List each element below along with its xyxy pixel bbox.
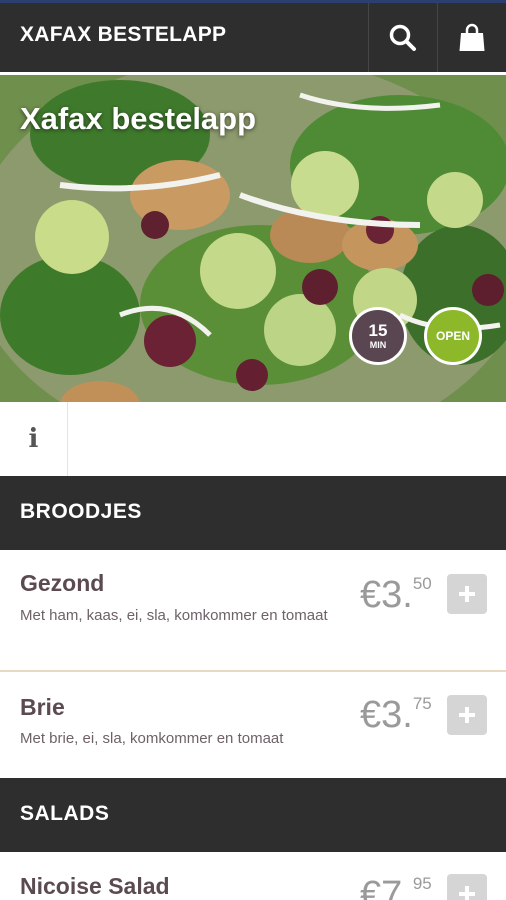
item-price-cents: 50 <box>412 574 432 593</box>
item-price: €7.95 <box>360 874 432 900</box>
add-to-cart-button[interactable] <box>447 695 487 735</box>
open-status-badge: OPEN <box>424 307 482 365</box>
item-description: Met ham, kaas, ei, sla, komkommer en tom… <box>20 607 328 624</box>
item-name: Brie <box>20 694 65 720</box>
item-price-cents: 75 <box>412 694 432 713</box>
item-price-cents: 95 <box>412 874 432 893</box>
item-name: Nicoise Salad <box>20 873 170 899</box>
plus-icon <box>459 586 475 602</box>
item-description: Met brie, ei, sla, komkommer en tomaat <box>20 730 284 747</box>
cart-button[interactable] <box>437 3 506 72</box>
item-price-main: €7. <box>360 874 413 900</box>
delivery-time-badge: 15 MIN <box>349 307 407 365</box>
delivery-time-value: 15 <box>368 321 388 340</box>
item-price: €3.75 <box>360 694 432 737</box>
add-to-cart-button[interactable] <box>447 874 487 900</box>
restaurant-title: Xafax bestelapp <box>20 101 257 136</box>
section-header-broodjes: BROODJES <box>0 476 506 550</box>
add-to-cart-button[interactable] <box>447 574 487 614</box>
menu-item: Gezond Met ham, kaas, ei, sla, komkommer… <box>0 550 506 670</box>
open-status-text: OPEN <box>435 329 470 343</box>
menu-item: Nicoise Salad €7.95 <box>0 852 506 900</box>
plus-icon <box>459 886 475 900</box>
shopping-bag-icon <box>459 23 485 51</box>
delivery-time-unit: MIN <box>369 340 387 350</box>
section-header-salads: SALADS <box>0 778 506 852</box>
search-icon <box>389 24 416 51</box>
item-price-main: €3. <box>360 694 413 736</box>
top-bar: XAFAX BESTELAPP <box>0 0 506 72</box>
app-title: XAFAX BESTELAPP <box>20 23 227 46</box>
info-button[interactable]: i <box>0 402 68 476</box>
item-price-main: €3. <box>360 574 413 616</box>
menu-item: Brie Met brie, ei, sla, komkommer en tom… <box>0 672 506 776</box>
info-bar: i <box>0 402 506 476</box>
search-button[interactable] <box>368 3 437 72</box>
plus-icon <box>459 707 475 723</box>
info-icon: i <box>28 424 39 454</box>
item-price: €3.50 <box>360 574 432 617</box>
item-name: Gezond <box>20 570 105 596</box>
hero-banner: Xafax bestelapp 15 MIN OPEN <box>0 72 506 402</box>
